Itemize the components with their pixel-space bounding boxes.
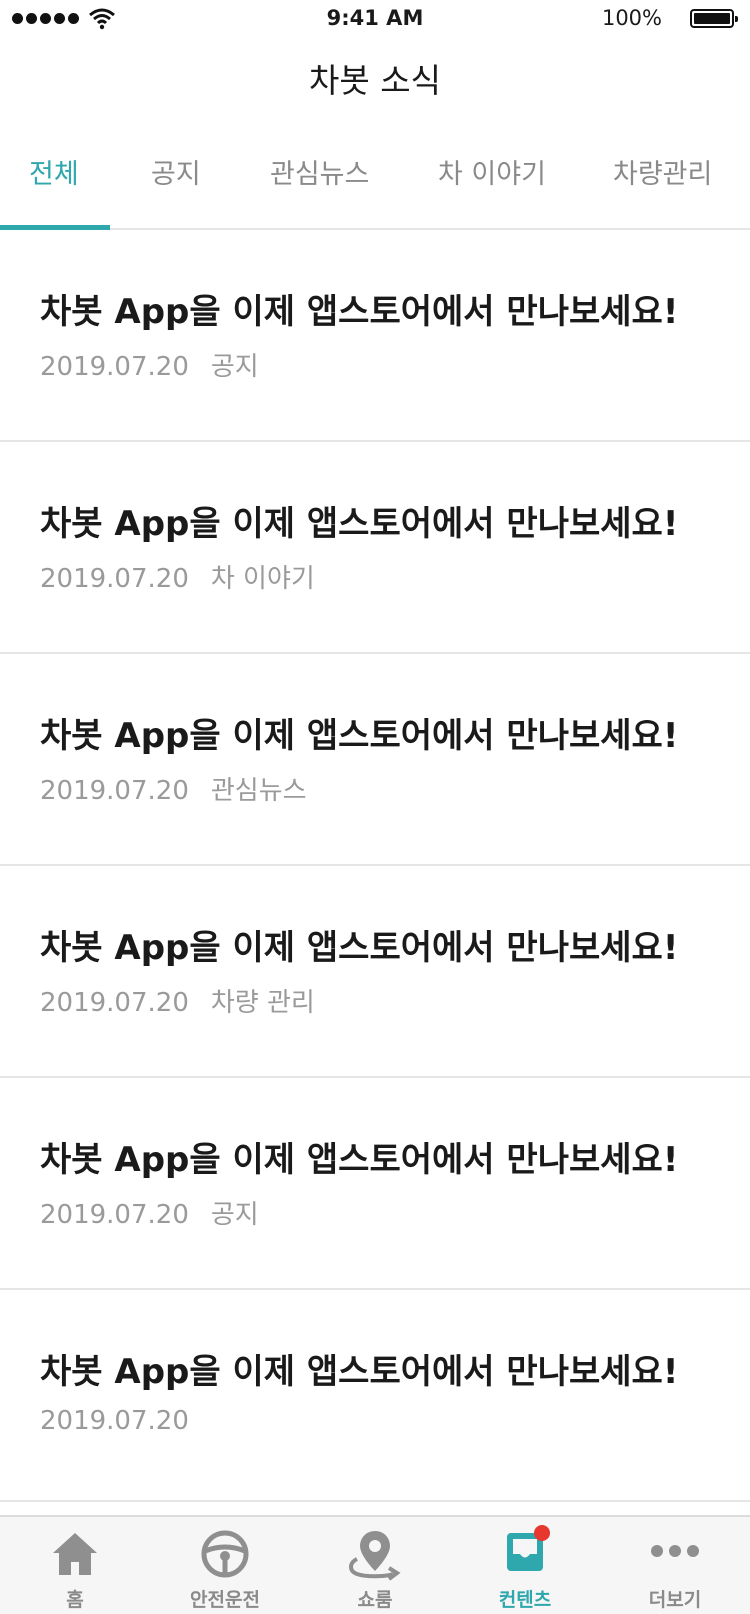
post-category: 차 이야기	[210, 564, 315, 594]
steering-wheel-icon	[201, 1530, 249, 1578]
notification-badge	[534, 1525, 550, 1541]
nav-home[interactable]: 홈	[0, 1517, 150, 1614]
bottom-nav: 홈 안전운전 쇼룸 컨텐츠 더보기	[0, 1515, 750, 1614]
list-item[interactable]: 차봇 App을 이제 앱스토어에서 만나보세요! 2019.07.20 차량 관리	[0, 866, 750, 1078]
post-meta: 2019.07.20 공지	[40, 346, 259, 383]
post-title: 차봇 App을 이제 앱스토어에서 만나보세요!	[40, 1140, 679, 1180]
post-title: 차봇 App을 이제 앱스토어에서 만나보세요!	[40, 716, 679, 756]
page-title: 차봇 소식	[309, 61, 441, 100]
nav-more-label: 더보기	[648, 1589, 702, 1611]
nav-contents[interactable]: 컨텐츠	[450, 1517, 600, 1614]
more-dots-icon	[651, 1545, 699, 1557]
tab-notice[interactable]: 공지	[151, 152, 201, 191]
nav-contents-label: 컨텐츠	[498, 1589, 552, 1611]
post-date: 2019.07.20	[40, 564, 189, 594]
post-meta: 2019.07.20 차량 관리	[40, 982, 315, 1019]
post-category: 차량 관리	[210, 988, 315, 1018]
post-date: 2019.07.20	[40, 352, 189, 382]
post-title: 차봇 App을 이제 앱스토어에서 만나보세요!	[40, 504, 679, 544]
list-item[interactable]: 차봇 App을 이제 앱스토어에서 만나보세요! 2019.07.20 차 이야기	[0, 442, 750, 654]
tab-news[interactable]: 관심뉴스	[270, 152, 369, 191]
post-category: 공지	[210, 1200, 259, 1230]
post-meta: 2019.07.20 공지	[40, 1194, 259, 1231]
post-meta: 2019.07.20 관심뉴스	[40, 770, 307, 807]
post-meta: 2019.07.20 차 이야기	[40, 558, 315, 595]
tab-car-management[interactable]: 차량관리	[613, 152, 712, 191]
nav-more[interactable]: 더보기	[600, 1517, 750, 1614]
tab-all[interactable]: 전체	[29, 152, 79, 191]
battery-percentage: 100%	[601, 6, 662, 30]
tab-car-stories[interactable]: 차 이야기	[438, 152, 546, 191]
list-item[interactable]: 차봇 App을 이제 앱스토어에서 만나보세요! 2019.07.20	[0, 1290, 750, 1502]
post-title: 차봇 App을 이제 앱스토어에서 만나보세요!	[40, 928, 679, 968]
post-date: 2019.07.20	[40, 1406, 189, 1436]
post-meta: 2019.07.20	[40, 1406, 211, 1436]
post-category: 공지	[210, 352, 259, 382]
list-item[interactable]: 차봇 App을 이제 앱스토어에서 만나보세요! 2019.07.20 관심뉴스	[0, 654, 750, 866]
battery-icon	[690, 9, 738, 28]
category-tabs: 전체 공지 관심뉴스 차 이야기 차량관리	[0, 130, 750, 230]
post-title: 차봇 App을 이제 앱스토어에서 만나보세요!	[40, 292, 679, 332]
nav-safe-driving-label: 안전운전	[190, 1589, 260, 1611]
nav-home-label: 홈	[66, 1589, 84, 1611]
nav-safe-driving[interactable]: 안전운전	[150, 1517, 300, 1614]
list-item[interactable]: 차봇 App을 이제 앱스토어에서 만나보세요! 2019.07.20 공지	[0, 1078, 750, 1290]
post-date: 2019.07.20	[40, 1200, 189, 1230]
post-title: 차봇 App을 이제 앱스토어에서 만나보세요!	[40, 1352, 679, 1392]
post-category: 관심뉴스	[210, 776, 307, 806]
home-icon	[53, 1533, 97, 1575]
post-date: 2019.07.20	[40, 988, 189, 1018]
nav-showroom[interactable]: 쇼룸	[300, 1517, 450, 1614]
nav-showroom-label: 쇼룸	[357, 1589, 393, 1611]
post-list: 차봇 App을 이제 앱스토어에서 만나보세요! 2019.07.20 공지 차봇…	[0, 230, 750, 1502]
list-item[interactable]: 차봇 App을 이제 앱스토어에서 만나보세요! 2019.07.20 공지	[0, 230, 750, 442]
post-date: 2019.07.20	[40, 776, 189, 806]
location-pin-icon	[349, 1531, 401, 1581]
status-bar: 9:41 AM 100%	[0, 0, 750, 40]
